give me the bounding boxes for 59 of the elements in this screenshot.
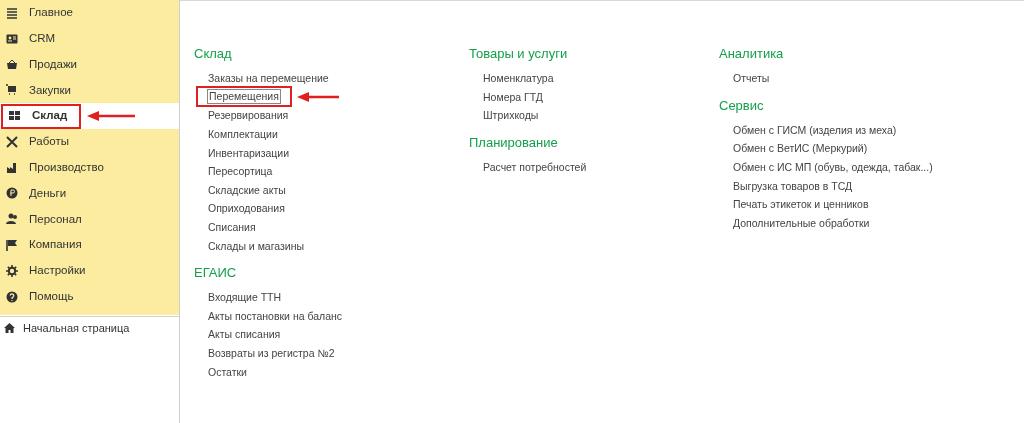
sidebar-item[interactable]: Деньги [29,184,67,203]
menu-link[interactable]: Оприходования [208,201,285,216]
menu-link[interactable]: Резервирования [208,108,289,123]
section-title: Склад [194,45,233,63]
menu-link[interactable]: Выгрузка товаров в ТСД [733,178,853,193]
factory-icon [6,161,18,174]
menu-icon [6,6,18,19]
basket-icon [6,58,18,71]
menu-link[interactable]: Списания [208,220,256,235]
menu-link[interactable]: Акты списания [208,327,281,342]
section-title: Сервис [719,96,765,115]
section-title: Товары и услуги [469,45,569,63]
annotation-arrow [296,91,339,102]
section-title: Планирование [469,133,559,152]
flag-icon [6,239,18,252]
menu-link[interactable]: Отчеты [733,71,770,86]
sidebar-item[interactable]: Помощь [29,288,74,306]
menu-link[interactable]: Возвраты из регистра №2 [208,346,335,360]
sidebar-item[interactable]: Персонал [29,210,82,228]
sidebar-item[interactable]: CRM [29,30,56,48]
menu-link[interactable]: Перемещения [207,89,281,105]
grid-icon [9,110,21,123]
menu-link[interactable]: Обмен с ВетИС (Меркурий) [733,141,868,156]
menu-link[interactable]: Штрихкоды [483,108,539,123]
sidebar-item[interactable]: Продажи [29,55,78,74]
sidebar-item[interactable]: Настройки [29,262,86,280]
section-title: Аналитика [719,45,785,63]
annotation-arrow [87,111,136,122]
menu-link[interactable]: Пересортица [208,164,273,179]
menu-link[interactable]: Акты постановки на баланс [208,308,343,323]
cart-icon [6,84,18,97]
help-icon [6,290,18,303]
menu-link[interactable]: Остатки [208,364,247,379]
menu-link[interactable]: Обмен с ГИСМ (изделия из меха) [733,122,897,137]
section-title: ЕГАИС [194,263,238,282]
coin-icon [6,187,18,200]
menu-link[interactable]: Заказы на перемещение [208,71,329,86]
sidebar-item[interactable]: Компания [29,236,82,254]
menu-link[interactable]: Дополнительные обработки [733,215,870,230]
menu-link[interactable]: Склады и магазины [208,238,305,253]
menu-link[interactable]: Инвентаризации [208,145,290,160]
menu-link[interactable]: Расчет потребностей [483,160,587,175]
menu-link[interactable]: Складские акты [208,182,286,197]
people-icon [6,213,18,226]
id-card-icon [6,32,18,45]
menu-link[interactable]: Входящие ТТН [208,290,282,305]
home-icon [4,323,15,334]
sidebar-item[interactable]: Склад [32,107,68,125]
menu-link[interactable]: Номенклатура [483,71,554,86]
sidebar-item[interactable]: Производство [29,159,104,177]
menu-link[interactable]: Комплектации [208,127,278,142]
sidebar-item[interactable]: Работы [29,133,69,151]
menu-link[interactable]: Обмен с ИС МП (обувь, одежда, табак...) [733,160,933,175]
home-page-link[interactable]: Начальная страница [23,319,130,337]
menu-link[interactable]: Номера ГТД [483,89,543,104]
sidebar-item[interactable]: Главное [29,4,73,22]
sidebar-item[interactable]: Закупки [29,81,71,99]
settings-icon [6,264,18,277]
menu-link[interactable]: Печать этикеток и ценников [733,197,869,212]
